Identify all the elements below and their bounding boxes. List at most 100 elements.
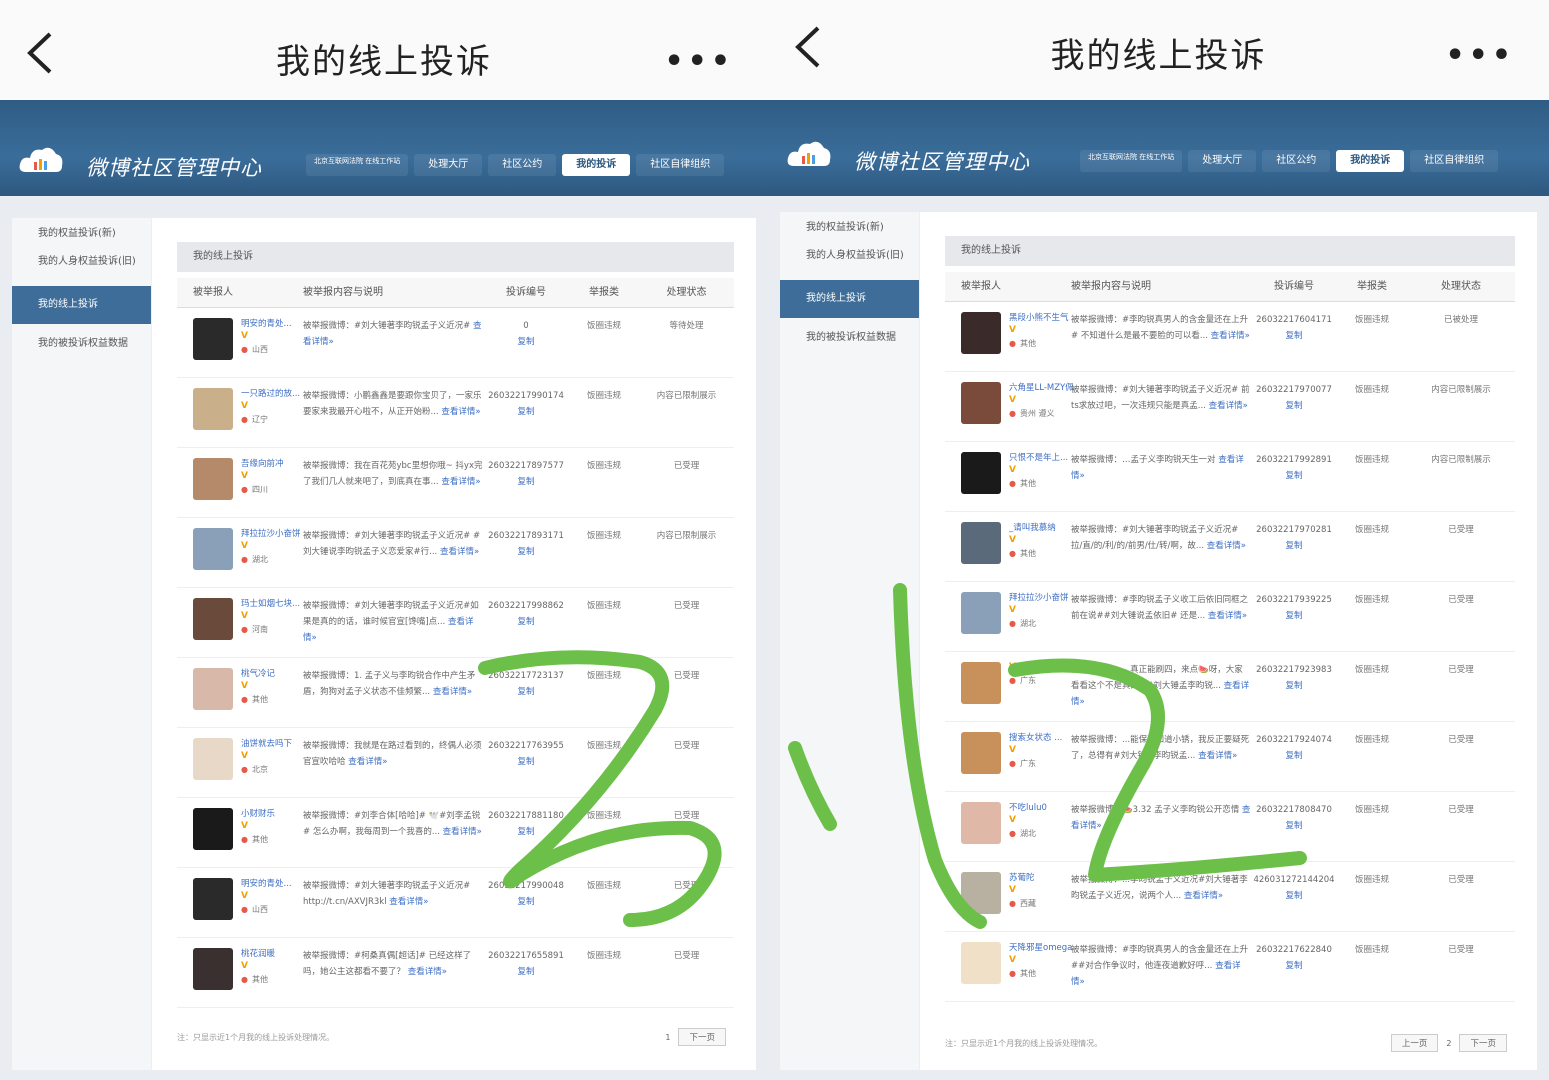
copy-link[interactable]: 复制 [1251, 468, 1337, 484]
report-type-cell: 饭圈违规 [1354, 525, 1389, 535]
next-page-button[interactable]: 下一页 [678, 1028, 726, 1046]
avatar[interactable] [193, 388, 233, 430]
nav-processing-hall[interactable]: 处理大厅 [1188, 150, 1257, 172]
copy-link[interactable]: 复制 [1251, 678, 1337, 694]
view-details-link[interactable]: 查看详情» [1184, 891, 1223, 901]
view-details-link[interactable]: 查看详情» [348, 757, 387, 767]
avatar[interactable] [193, 458, 233, 500]
copy-link[interactable]: 复制 [483, 894, 569, 910]
user-name-link[interactable]: 一只路过的放... [241, 388, 303, 401]
copy-link[interactable]: 复制 [1251, 958, 1337, 974]
sidebar-item-rights-new[interactable]: 我的权益投诉(新) [780, 216, 919, 244]
view-details-link[interactable]: 查看详情» [408, 967, 447, 977]
avatar[interactable] [193, 948, 233, 990]
sidebar-item-complained-data[interactable]: 我的被投诉权益数据 [780, 326, 919, 354]
copy-link[interactable]: 复制 [483, 334, 569, 350]
prev-page-button[interactable]: 上一页 [1390, 1034, 1439, 1052]
view-details-link[interactable]: 查看详情» [441, 407, 480, 417]
view-details-link[interactable]: 查看详情» [1198, 751, 1237, 761]
avatar[interactable] [193, 528, 233, 570]
avatar[interactable] [961, 872, 1001, 914]
user-name-link[interactable]: 小财财乐 [241, 808, 303, 821]
copy-link[interactable]: 复制 [483, 684, 569, 700]
sidebar-item-online-complaints[interactable]: 我的线上投诉 [12, 286, 151, 324]
view-details-link[interactable]: 查看详情» [1209, 401, 1248, 411]
sidebar-item-complained-data[interactable]: 我的被投诉权益数据 [12, 332, 151, 360]
avatar[interactable] [961, 732, 1001, 774]
view-details-link[interactable]: 查看详情» [440, 547, 479, 557]
avatar[interactable] [193, 318, 233, 360]
user-name-link[interactable]: 拜拉拉沙小奋饼 [241, 528, 303, 541]
nav-self-regulation[interactable]: 社区自律组织 [636, 154, 725, 176]
user-name-link[interactable]: 明安的青处... [241, 878, 303, 891]
nav-community-rules[interactable]: 社区公约 [1262, 150, 1331, 172]
user-name-link[interactable]: 六角星LL-MZY佩 [1009, 382, 1074, 395]
view-details-link[interactable]: 查看详情» [1208, 611, 1247, 621]
user-name-link[interactable]: 拜拉拉沙小奋饼 [1009, 592, 1071, 605]
user-name-link[interactable]: 玛士如烟七块... [241, 598, 303, 611]
copy-link[interactable]: 复制 [483, 964, 569, 980]
avatar[interactable] [193, 878, 233, 920]
user-name-link[interactable]: 只恨不是年上... [1009, 452, 1071, 465]
nav-processing-hall[interactable]: 处理大厅 [414, 154, 483, 176]
sidebar-item-personal-rights-old[interactable]: 我的人身权益投诉(旧) [12, 250, 151, 278]
copy-link[interactable]: 复制 [483, 754, 569, 770]
nav-court-workstation[interactable]: 北京互联网法院 在线工作站 [1080, 150, 1183, 172]
copy-link[interactable]: 复制 [483, 824, 569, 840]
sidebar: 我的权益投诉(新) 我的人身权益投诉(旧) 我的线上投诉 我的被投诉权益数据 [12, 218, 152, 1070]
avatar[interactable] [961, 382, 1001, 424]
avatar[interactable] [961, 522, 1001, 564]
view-details-link[interactable]: 查看详情» [1207, 541, 1246, 551]
avatar[interactable] [193, 808, 233, 850]
sidebar-item-personal-rights-old[interactable]: 我的人身权益投诉(旧) [780, 244, 919, 272]
user-name-link[interactable]: 搜索女状态 ... [1009, 732, 1071, 745]
copy-link[interactable]: 复制 [1251, 328, 1337, 344]
copy-link[interactable]: 复制 [1251, 608, 1337, 624]
report-content-cell: 被举报微博：...李昀锐孟子义近况#刘大锤著李昀锐孟子义近况，说两个人... 查… [1071, 875, 1248, 901]
user-name-link[interactable]: 桃气冷记 [241, 668, 303, 681]
user-name-link[interactable]: 不吃lulu0 [1009, 802, 1071, 815]
nav-self-regulation[interactable]: 社区自律组织 [1410, 150, 1499, 172]
nav-community-rules[interactable]: 社区公约 [488, 154, 557, 176]
user-name-link[interactable]: 桃花润暖 [241, 948, 303, 961]
avatar[interactable] [961, 312, 1001, 354]
copy-link[interactable]: 复制 [1251, 888, 1337, 904]
copy-link[interactable]: 复制 [1251, 818, 1337, 834]
view-details-link[interactable]: 查看详情» [441, 477, 480, 487]
avatar[interactable] [961, 662, 1001, 704]
view-details-link[interactable]: 查看详情» [389, 897, 428, 907]
copy-link[interactable]: 复制 [483, 404, 569, 420]
copy-link[interactable]: 复制 [1251, 538, 1337, 554]
user-name-link[interactable]: 明安的青处... [241, 318, 303, 331]
copy-link[interactable]: 复制 [483, 474, 569, 490]
avatar[interactable] [193, 598, 233, 640]
avatar[interactable] [961, 942, 1001, 984]
view-details-link[interactable]: 查看详情» [443, 827, 482, 837]
nav-my-complaints[interactable]: 我的投诉 [1336, 150, 1405, 172]
next-page-button[interactable]: 下一页 [1459, 1034, 1507, 1052]
copy-link[interactable]: 复制 [483, 614, 569, 630]
user-name-link[interactable]: 吾缘向前冲 [241, 458, 303, 471]
nav-my-complaints[interactable]: 我的投诉 [562, 154, 631, 176]
user-name-link[interactable]: 天降邪星omega [1009, 942, 1072, 955]
report-content-cell: 被举报微博：#刘李合体[哈哈]# 🕊️#刘李孟锐# 怎么办啊，我每周到一个我喜的… [303, 811, 482, 837]
sidebar-item-rights-new[interactable]: 我的权益投诉(新) [12, 222, 151, 250]
user-name-link[interactable]: 黑段小熊不生气 [1009, 312, 1071, 325]
copy-link[interactable]: 复制 [1251, 748, 1337, 764]
view-details-link[interactable]: 查看详情» [433, 687, 472, 697]
more-options-icon[interactable]: ••• [1445, 38, 1515, 73]
view-details-link[interactable]: 查看详情» [1211, 331, 1250, 341]
sidebar-item-online-complaints[interactable]: 我的线上投诉 [780, 280, 919, 318]
copy-link[interactable]: 复制 [483, 544, 569, 560]
user-name-link[interactable]: 油饼就去吗下 [241, 738, 303, 751]
more-options-icon[interactable]: ••• [664, 44, 734, 79]
avatar[interactable] [961, 452, 1001, 494]
avatar[interactable] [961, 592, 1001, 634]
nav-court-workstation[interactable]: 北京互联网法院 在线工作站 [306, 154, 409, 176]
copy-link[interactable]: 复制 [1251, 398, 1337, 414]
avatar[interactable] [961, 802, 1001, 844]
user-name-link[interactable]: _请叫我慕纳 [1009, 522, 1071, 535]
user-name-link[interactable]: 苏葡陀 [1009, 872, 1071, 885]
avatar[interactable] [193, 668, 233, 710]
avatar[interactable] [193, 738, 233, 780]
